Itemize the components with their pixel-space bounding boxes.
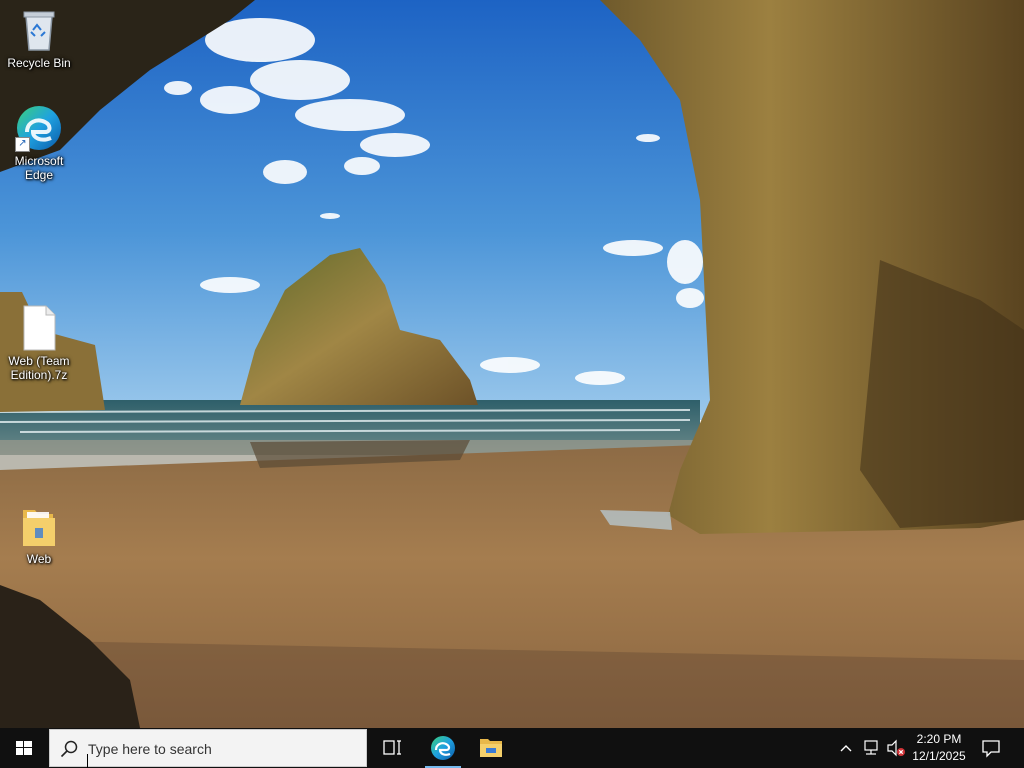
taskbar: Type here to search 2:20 PM 12/1/2025 <box>0 728 1024 768</box>
clock-time: 2:20 PM <box>916 732 962 746</box>
edge-icon: ↗ <box>15 104 63 152</box>
network-icon[interactable] <box>862 739 880 757</box>
taskbar-edge-button[interactable] <box>419 728 467 768</box>
windows-logo-icon <box>16 741 32 755</box>
file-icon <box>15 304 63 352</box>
desktop-icon-label: Microsoft Edge <box>14 154 64 182</box>
task-view-icon <box>383 740 401 755</box>
folder-icon <box>15 502 63 550</box>
start-button[interactable] <box>0 728 48 768</box>
clock-date: 12/1/2025 <box>912 749 966 763</box>
action-center-icon[interactable] <box>980 738 1002 758</box>
search-placeholder: Type here to search <box>88 741 212 757</box>
desktop-icon-label: Recycle Bin <box>7 56 71 70</box>
task-view-button[interactable] <box>368 728 416 768</box>
desktop-icon-microsoft-edge[interactable]: ↗ Microsoft Edge <box>1 104 77 182</box>
folder-icon <box>480 739 502 757</box>
desktop-icon-label: Web (Team Edition).7z <box>8 354 70 382</box>
shortcut-arrow-icon: ↗ <box>15 137 30 152</box>
system-clock[interactable]: 2:20 PM 12/1/2025 <box>906 731 972 765</box>
desktop-icon-7z-archive[interactable]: Web (Team Edition).7z <box>1 304 77 382</box>
desktop-icon-label: Web <box>26 552 52 566</box>
desktop-icon-recycle-bin[interactable]: Recycle Bin <box>1 6 77 70</box>
volume-muted-icon[interactable] <box>886 739 906 757</box>
recycle-bin-icon <box>15 6 63 54</box>
search-icon <box>60 740 78 758</box>
desktop-icon-web-folder[interactable]: Web <box>1 502 77 566</box>
text-cursor <box>87 754 88 768</box>
taskbar-search-box[interactable]: Type here to search <box>49 729 367 768</box>
edge-icon <box>431 736 455 760</box>
desktop-wallpaper <box>0 0 1024 728</box>
taskbar-file-explorer-button[interactable] <box>467 728 515 768</box>
show-hidden-icons-chevron-icon[interactable] <box>838 738 854 758</box>
